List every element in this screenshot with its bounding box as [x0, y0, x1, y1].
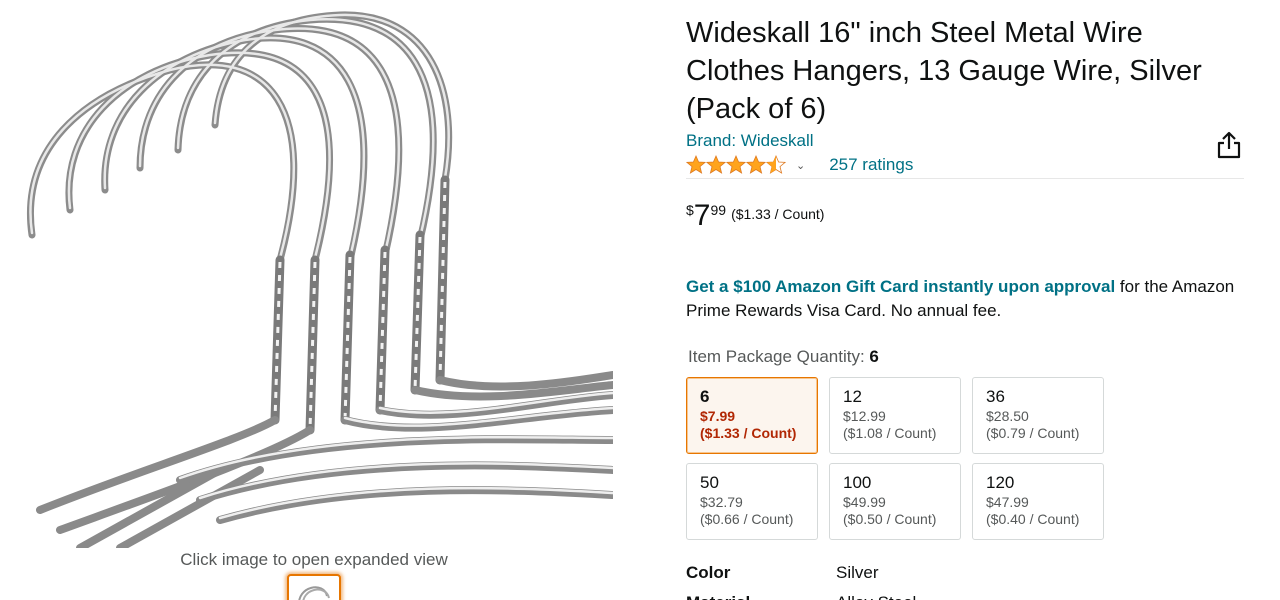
image-block: Click image to open expanded view [0, 0, 640, 600]
quantity-option-unit: ($0.50 / Count) [843, 511, 937, 527]
quantity-option-price: $7.99 [700, 408, 736, 424]
quantity-option-36[interactable]: 36 $28.50 ($0.79 / Count) [972, 377, 1104, 454]
half-star-icon [766, 155, 786, 174]
product-page: Click image to open expanded view Widesk… [0, 0, 1280, 600]
price-whole: 7 [693, 199, 711, 232]
quantity-option-unit: ($1.33 / Count) [700, 425, 797, 441]
quantity-option-12[interactable]: 12 $12.99 ($1.08 / Count) [829, 377, 961, 454]
quantity-selected-value: 6 [869, 347, 879, 366]
star-icon [726, 155, 746, 174]
spec-value: Alloy Steel [836, 592, 916, 600]
quantity-option-price: $28.50 [986, 408, 1029, 424]
spec-value: Silver [836, 563, 879, 582]
star-icon [746, 155, 766, 174]
price-symbol: $ [686, 202, 694, 218]
quantity-option-price: $32.79 [700, 494, 743, 510]
quantity-options: 6 $7.99 ($1.33 / Count) 12 $12.99 ($1.08… [686, 377, 1246, 540]
quantity-option-unit: ($0.40 / Count) [986, 511, 1080, 527]
star-icon [686, 155, 706, 174]
price: $ 7 99 ($1.33 / Count) [686, 199, 1246, 239]
quantity-option-qty: 50 [700, 473, 719, 492]
unit-price: ($1.33 / Count) [731, 206, 825, 222]
quantity-option-unit: ($0.79 / Count) [986, 425, 1080, 441]
quantity-option-120[interactable]: 120 $47.99 ($0.40 / Count) [972, 463, 1104, 540]
price-fraction: 99 [710, 202, 727, 218]
quantity-option-50[interactable]: 50 $32.79 ($0.66 / Count) [686, 463, 818, 540]
spec-key: Material [686, 592, 836, 600]
star-rating[interactable]: ⌄ [686, 155, 805, 175]
quantity-option-qty: 120 [986, 473, 1015, 492]
quantity-option-qty: 12 [843, 387, 862, 406]
rating-row: ⌄ 257 ratings [686, 152, 1244, 179]
chevron-down-icon[interactable]: ⌄ [796, 159, 805, 172]
product-details: Wideskall 16" inch Steel Metal Wire Clot… [686, 0, 1246, 600]
product-title: Wideskall 16" inch Steel Metal Wire Clot… [686, 17, 1202, 125]
hanger-thumbnail-icon [298, 586, 330, 600]
quantity-option-price: $47.99 [986, 494, 1029, 510]
spec-row-material: Material Alloy Steel [686, 592, 916, 600]
image-thumbnail[interactable] [287, 574, 341, 600]
share-icon [1217, 131, 1241, 159]
quantity-option-unit: ($0.66 / Count) [700, 511, 794, 527]
star-icon [706, 155, 726, 174]
quantity-option-6[interactable]: 6 $7.99 ($1.33 / Count) [686, 377, 818, 454]
spec-key: Color [686, 563, 731, 582]
quantity-label: Item Package Quantity: 6 [688, 347, 879, 366]
brand-link[interactable]: Brand: Wideskall [686, 131, 1246, 151]
expand-image-caption: Click image to open expanded view [180, 550, 448, 569]
quantity-option-qty: 6 [700, 387, 710, 406]
quantity-option-qty: 100 [843, 473, 872, 492]
main-product-image[interactable] [20, 0, 613, 548]
spec-row-color: Color Silver [686, 562, 879, 584]
gift-card-promo-link[interactable]: Get a $100 Amazon Gift Card instantly up… [686, 277, 1115, 296]
quantity-option-qty: 36 [986, 387, 1005, 406]
quantity-option-100[interactable]: 100 $49.99 ($0.50 / Count) [829, 463, 961, 540]
quantity-option-price: $12.99 [843, 408, 886, 424]
share-button[interactable] [1216, 130, 1242, 160]
quantity-option-price: $49.99 [843, 494, 886, 510]
quantity-option-unit: ($1.08 / Count) [843, 425, 937, 441]
promo-text: Get a $100 Amazon Gift Card instantly up… [686, 275, 1241, 323]
ratings-count-link[interactable]: 257 ratings [829, 155, 913, 175]
